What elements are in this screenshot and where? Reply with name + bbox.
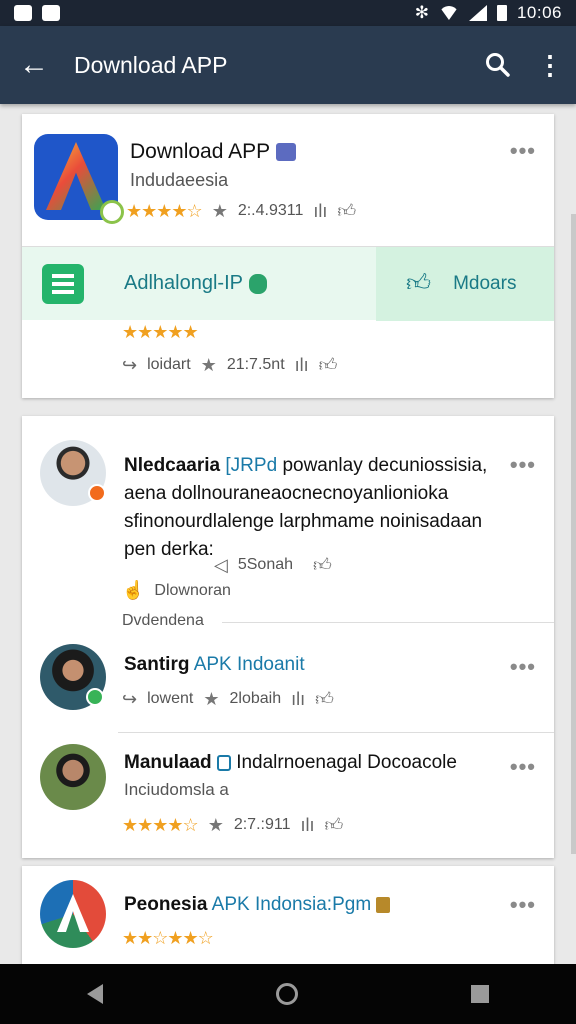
status-bar: ✻ 10:06 (0, 0, 576, 26)
like-icon[interactable]: ılı (313, 201, 327, 222)
share-icon[interactable]: ↪ (122, 355, 137, 376)
more-vert-icon[interactable]: ⋮ (524, 26, 576, 104)
nav-back-icon[interactable] (86, 984, 103, 1004)
rating-count: 2:.4.9311 (237, 202, 304, 219)
star-icon: ★ (211, 200, 228, 221)
hand-icon[interactable]: ☝ (122, 580, 144, 601)
clock: 10:06 (516, 3, 562, 22)
post-author: Santirg (124, 654, 190, 675)
verified-badge-icon (100, 200, 124, 224)
app-tag[interactable]: APK Indonsia:Pgm (212, 894, 371, 915)
band-action-button[interactable]: 👍︎ Mdoars (376, 247, 554, 321)
post-author: Manulaad (124, 752, 212, 773)
verified-icon (276, 143, 297, 162)
thumbs-up-icon[interactable]: 👍︎ (315, 688, 334, 710)
rating-stars: ★★★★★ (122, 322, 199, 342)
send-icon[interactable]: ◁ (214, 555, 228, 576)
lock-icon (376, 896, 391, 913)
thumbs-up-icon[interactable]: 👍︎ (319, 354, 338, 376)
nav-recents-icon[interactable] (471, 985, 490, 1003)
more-options-icon[interactable]: ••• (510, 754, 536, 780)
page-title: Download APP (74, 51, 228, 78)
app-subtitle: Indudaeesia (130, 170, 229, 190)
scrollbar[interactable] (571, 214, 576, 854)
star-icon: ★ (207, 814, 224, 835)
star-icon: ★ (200, 354, 217, 375)
chart-icon (14, 5, 32, 21)
post-action[interactable]: lowent (147, 690, 193, 708)
like-icon[interactable]: ılı (300, 815, 314, 836)
avatar[interactable] (40, 644, 106, 710)
count-label: 2lobaih (229, 690, 282, 707)
app-name: Download APP (130, 140, 271, 163)
rating-row: ★★★★☆ ★ 2:.4.9311 ılı 👍︎ (126, 200, 356, 222)
avatar[interactable] (40, 440, 106, 506)
bug-icon: ✻ (414, 3, 429, 22)
like-icon[interactable]: ılı (295, 355, 309, 376)
shield-icon (248, 273, 267, 294)
rating-stars: ★★★★☆ (122, 814, 199, 835)
star-icon: ★ (203, 688, 220, 709)
app-logo (34, 134, 124, 224)
divider (118, 732, 554, 733)
app-card[interactable]: ••• Peonesia APK Indonsia:Pgm ★★☆★★☆ (22, 866, 554, 966)
app-bar: ← Download APP ⋮ (0, 26, 576, 104)
search-icon[interactable] (472, 26, 524, 104)
featured-app-card[interactable]: ••• Download APP Indudaeesia ★★★★☆ ★ 2:.… (22, 114, 554, 398)
post-tag[interactable]: [JRPd (225, 455, 277, 476)
rating-stars: ★★☆★★☆ (122, 928, 214, 948)
doc-icon (216, 754, 231, 771)
app-title: Peonesia (124, 894, 208, 915)
thumbs-up-icon[interactable]: 👍︎ (313, 554, 332, 576)
action-row: ↪ loidart ★ 21:7.5nt ılı 👍︎ (122, 354, 337, 376)
action-label[interactable]: loidart (147, 356, 191, 374)
thumbs-up-icon[interactable]: 👍︎ (324, 814, 343, 836)
like-icon[interactable]: ılı (291, 689, 305, 710)
posts-card: ••• Nledcaaria [JRPd powanlay decuniossi… (22, 416, 554, 858)
count-label: 21:7.5nt (226, 356, 285, 373)
avatar[interactable] (40, 744, 106, 810)
count-label: 2:7.:911 (233, 816, 291, 833)
band-label: Adlhalongl-IP (124, 272, 243, 294)
post-tag[interactable]: APK Indoanit (194, 654, 305, 675)
badge-icon (88, 484, 106, 502)
more-options-icon[interactable]: ••• (510, 892, 536, 918)
wifi-icon (438, 6, 459, 20)
rating-stars: ★★★★☆ (126, 200, 203, 221)
arrow-left-icon[interactable]: ← (0, 26, 68, 104)
list-app-icon (42, 263, 84, 304)
band-action-label: Mdoars (453, 273, 517, 294)
post-subtitle: Inciudomsla a (124, 780, 229, 799)
thumbs-up-icon: 👍︎ (406, 270, 432, 297)
post-text: Nledcaaria [JRPd powanlay decuniossisia,… (124, 452, 514, 564)
more-options-icon[interactable]: ••• (510, 654, 536, 680)
online-badge-icon (86, 688, 104, 706)
more-options-icon[interactable]: ••• (510, 138, 536, 164)
system-nav-bar (0, 964, 576, 1024)
thumbs-up-icon[interactable]: 👍︎ (337, 200, 356, 222)
post-footer: Dvdendena (122, 612, 204, 629)
signal-icon (468, 5, 487, 21)
post-tag[interactable]: Indalrnoenagal Docoacole (236, 752, 457, 773)
post-author: Nledcaaria (124, 455, 221, 476)
post-action[interactable]: Dlownoran (154, 582, 230, 600)
app-notification-icon (42, 5, 60, 21)
install-band[interactable]: Adlhalongl-IP 👍︎ Mdoars (22, 246, 554, 321)
share-count: 5Sonah (237, 556, 294, 573)
app-logo (40, 880, 106, 948)
nav-home-icon[interactable] (275, 983, 298, 1005)
battery-icon (496, 5, 507, 21)
divider (222, 622, 554, 623)
share-icon[interactable]: ↪ (122, 689, 137, 710)
